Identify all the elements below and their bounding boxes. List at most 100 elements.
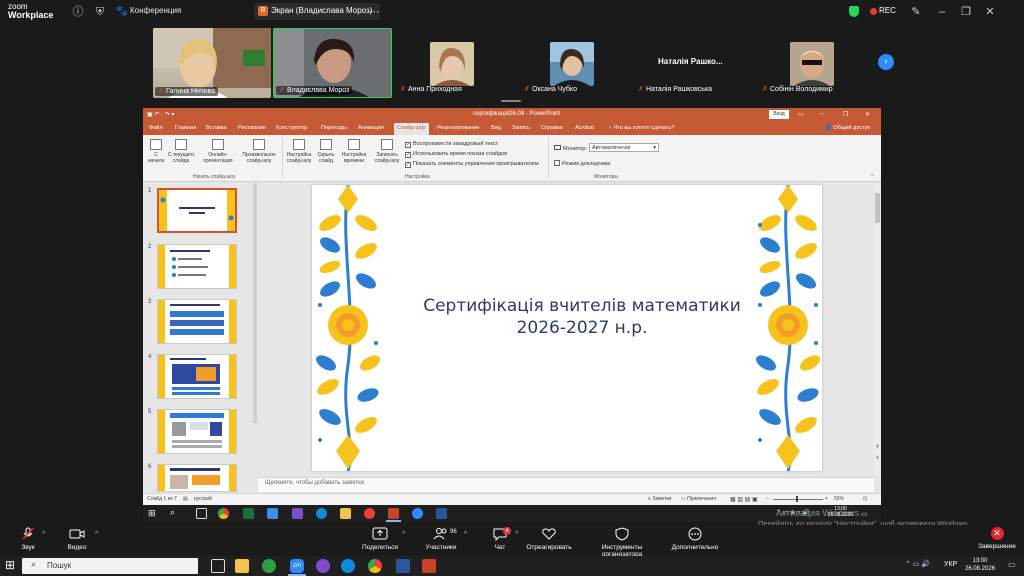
powerpoint-icon[interactable] <box>422 559 436 573</box>
menu-review[interactable]: Рецензирование <box>437 125 479 131</box>
powerpoint-icon[interactable] <box>388 508 399 519</box>
ppt-restore-icon[interactable]: ❐ <box>843 111 848 118</box>
media-controls-checkbox[interactable]: ✓ Показать элементы управления проигрыват… <box>405 161 539 168</box>
hide-slide-button[interactable]: Скрыть слайд <box>314 139 338 164</box>
ribbon-display-icon[interactable]: ▭ <box>798 111 804 118</box>
chrome-icon-2[interactable] <box>364 508 375 519</box>
notifications-icon[interactable]: ▭ <box>1008 560 1016 569</box>
file-explorer-icon[interactable] <box>235 559 249 573</box>
whatsapp-icon[interactable] <box>262 559 276 573</box>
scrollbar-thumb[interactable] <box>875 193 880 223</box>
from-start-button[interactable]: С начала <box>146 139 166 164</box>
menu-insert[interactable]: Вставка <box>206 125 226 131</box>
word-icon[interactable] <box>436 508 447 519</box>
online-present-button[interactable]: Онлайн-презентация <box>198 139 238 164</box>
menu-animations[interactable]: Анимация <box>358 125 384 131</box>
ppt-minimize-icon[interactable]: – <box>820 111 823 117</box>
pen-icon[interactable]: ✎ <box>908 4 924 20</box>
menu-design[interactable]: Конструктор <box>276 125 307 131</box>
close-icon[interactable]: ✕ <box>982 4 998 20</box>
zoom-taskbar-icon[interactable]: zm <box>290 559 304 573</box>
more-button[interactable]: Дополнительно <box>660 527 730 551</box>
video-tile-1[interactable]: ✗ Галина Ничова <box>153 28 271 98</box>
tell-me-search[interactable]: ♀ Что вы хотите сделать? <box>608 125 674 131</box>
record-label[interactable]: REC <box>879 6 896 15</box>
custom-show-button[interactable]: Произвольное слайд-шоу <box>238 139 280 164</box>
video-tile-3[interactable]: ✗ Анна Приходная <box>394 28 512 98</box>
slide-thumbnail-3[interactable] <box>157 299 237 344</box>
zoom-app-icon[interactable] <box>412 508 423 519</box>
zoom-level[interactable]: 55% <box>834 496 844 502</box>
info-icon[interactable]: ⓘ <box>70 4 86 20</box>
menu-record[interactable]: Запись <box>512 125 530 131</box>
notifications-icon[interactable]: ▭ <box>861 510 868 518</box>
telegram-icon[interactable] <box>267 508 278 519</box>
menu-view[interactable]: Вид <box>491 125 501 131</box>
notes-placeholder[interactable]: Щелкните, чтобы добавить заметки <box>265 480 364 486</box>
menu-file[interactable]: Файл <box>149 125 163 131</box>
search-icon[interactable]: ⌕ <box>170 507 175 518</box>
minimize-icon[interactable]: – <box>934 4 950 20</box>
fit-slide-icon[interactable]: ⊡ <box>863 496 867 502</box>
from-current-button[interactable]: С текущего слайда <box>166 139 196 164</box>
more-options-icon[interactable]: ⋯ <box>366 4 382 20</box>
menu-home[interactable]: Главная <box>175 125 196 131</box>
taskbar-search-placeholder[interactable]: Пошук <box>47 561 71 570</box>
edge-icon[interactable] <box>341 559 355 573</box>
current-slide[interactable]: Сертифікація вчителів математики 2026-20… <box>312 185 822 471</box>
language-status[interactable]: русский <box>194 496 212 502</box>
video-options-chevron[interactable]: ^ <box>95 531 98 538</box>
security-shield-icon[interactable] <box>849 6 859 17</box>
thumbnails-scrollbar[interactable] <box>253 183 257 423</box>
windows-start-icon[interactable]: ⊞ <box>148 508 158 518</box>
folder-icon[interactable] <box>340 508 351 519</box>
menu-draw[interactable]: Рисование <box>238 125 266 131</box>
view-buttons[interactable]: ▦ ▥ ▤ ▣ <box>730 496 758 503</box>
local-clock[interactable]: 13:00 26.08.2026 <box>965 557 995 573</box>
setup-show-button[interactable]: Настройка слайд-шоу <box>284 139 314 164</box>
slide-thumbnail-5[interactable] <box>157 409 237 454</box>
ppt-close-icon[interactable]: ✕ <box>865 111 870 118</box>
zoom-slider-thumb[interactable] <box>796 496 798 502</box>
video-tile-5[interactable]: Наталія Рашко... ✗ Наталія Рашковська <box>634 28 752 98</box>
comments-toggle[interactable]: ▭ Примечания <box>681 496 716 502</box>
menu-slideshow[interactable]: Слайд-шоу <box>394 123 429 135</box>
collapse-ribbon-icon[interactable]: ^ <box>871 174 873 180</box>
zoom-out-icon[interactable]: – <box>766 496 769 502</box>
video-button[interactable]: Видео <box>42 527 112 551</box>
strip-resize-handle[interactable] <box>501 100 521 102</box>
monitor-select[interactable]: Автоматически ▾ <box>589 143 659 152</box>
next-slide-icon[interactable]: ⇟ <box>874 455 881 461</box>
chrome-icon[interactable] <box>218 508 229 519</box>
excel-icon[interactable] <box>243 508 254 519</box>
restore-icon[interactable]: ❐ <box>958 4 974 20</box>
react-button[interactable]: Отреагировать <box>514 527 584 551</box>
slide-thumbnail-2[interactable] <box>157 244 237 289</box>
menu-acrobat[interactable]: Acrobat <box>575 125 594 131</box>
share-options-chevron[interactable]: ^ <box>402 531 405 538</box>
timings-checkbox[interactable]: ✓ Использовать время показа слайдов <box>405 151 507 158</box>
menu-help[interactable]: Справка <box>541 125 563 131</box>
task-view-icon[interactable] <box>196 508 207 519</box>
slide-vertical-scrollbar[interactable] <box>874 183 881 476</box>
quick-access-icons[interactable]: ▣ ↶ · ↷ ▾ <box>147 111 174 118</box>
notes-toggle[interactable]: ≡ Заметки <box>648 496 671 502</box>
word-icon[interactable] <box>396 559 410 573</box>
end-meeting-button[interactable]: ✕ Завершение <box>972 527 1022 550</box>
video-tile-4[interactable]: ✗ Оксана Чубко <box>514 28 632 98</box>
share-button[interactable]: 👤 Общий доступ <box>825 125 870 131</box>
record-show-button[interactable]: Записать слайд-шоу <box>371 139 403 164</box>
windows-start-icon[interactable]: ⊞ <box>5 558 15 572</box>
task-view-icon[interactable] <box>211 559 225 573</box>
system-tray-icons[interactable]: ⌃ ▭ 🔊 <box>905 560 930 568</box>
presenter-view-checkbox[interactable]: Режим докладчика <box>554 160 610 167</box>
shield-icon[interactable]: ⛨ <box>92 4 108 20</box>
slide-thumbnail-4[interactable] <box>157 354 237 399</box>
host-tools-button[interactable]: Инструменты организатора <box>582 527 662 558</box>
keyboard-language[interactable]: УКР <box>944 561 957 568</box>
sign-in-button[interactable]: Вход <box>769 110 789 119</box>
edge-icon[interactable] <box>316 508 327 519</box>
viber-icon[interactable] <box>316 559 330 573</box>
video-tile-6[interactable]: ✗ Собінін Володимир <box>754 28 872 98</box>
prev-slide-icon[interactable]: ⇞ <box>874 444 881 450</box>
